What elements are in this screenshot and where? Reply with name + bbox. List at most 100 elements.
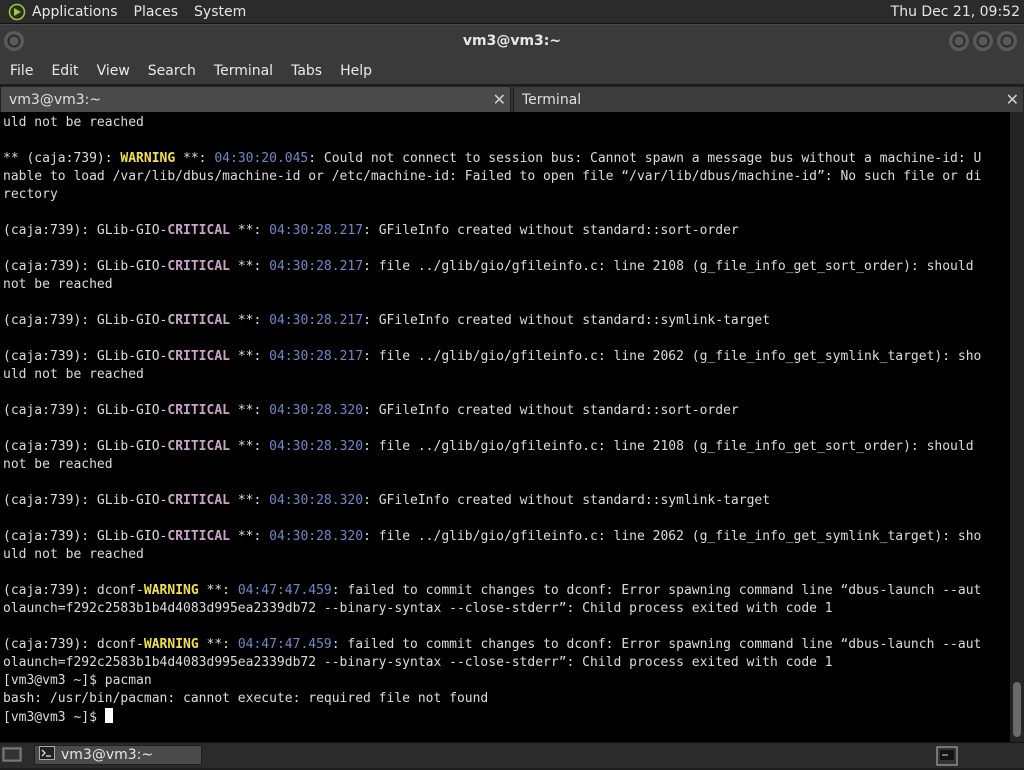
system-menu[interactable]: System [194, 4, 246, 20]
terminal-line: (caja:739): GLib-GIO-CRITICAL **: 04:30:… [3, 312, 1010, 330]
terminal-text: : file ../glib/gio/gfileinfo.c: line 206… [363, 349, 982, 364]
taskbar-item-label: vm3@vm3:~ [61, 747, 154, 763]
tab-close-icon[interactable]: ✕ [493, 90, 506, 109]
terminal-text: : file ../glib/gio/gfileinfo.c: line 210… [363, 259, 974, 274]
window-titlebar[interactable]: vm3@vm3:~ [0, 24, 1024, 57]
terminal-line: (caja:739): GLib-GIO-CRITICAL **: 04:30:… [3, 492, 1010, 510]
minimize-button[interactable] [949, 31, 969, 51]
tab-vm3[interactable]: vm3@vm3:~ ✕ [0, 86, 511, 112]
panel-menu: Applications Places System [32, 4, 246, 20]
tab-label: vm3@vm3:~ [9, 92, 102, 108]
terminal-text: not be reached [3, 277, 113, 292]
terminal-lines: uld not be reached ** (caja:739): WARNING… [0, 112, 1010, 726]
terminal-time-text: 04:30:28.217 [269, 349, 364, 364]
applications-menu[interactable]: Applications [32, 4, 118, 20]
terminal-text: uld not be reached [3, 115, 144, 130]
terminal-crit-text: CRITICAL [167, 403, 230, 418]
terminal-text: (caja:739): dconf- [3, 583, 144, 598]
menu-terminal[interactable]: Terminal [214, 63, 273, 79]
window-title: vm3@vm3:~ [462, 33, 562, 49]
terminal-line: uld not be reached [3, 366, 1010, 384]
terminal-line: (caja:739): GLib-GIO-CRITICAL **: 04:30:… [3, 222, 1010, 240]
menu-file[interactable]: File [10, 63, 33, 79]
terminal-text: : failed to commit changes to dconf: Err… [331, 583, 982, 598]
tab-bar: vm3@vm3:~ ✕ Terminal ✕ [0, 86, 1024, 112]
terminal-text: **: [175, 151, 215, 166]
terminal-crit-text: CRITICAL [167, 529, 230, 544]
terminal-time-text: 04:47:47.459 [237, 637, 332, 652]
menu-edit[interactable]: Edit [51, 63, 78, 79]
terminal-crit-text: CRITICAL [167, 439, 230, 454]
bottom-panel: vm3@vm3:~ [0, 742, 1024, 768]
terminal-line: olaunch=f292c2583b1b4d4083d995ea2339db72… [3, 600, 1010, 618]
close-window-button[interactable] [997, 31, 1017, 51]
terminal-text: (caja:739): GLib-GIO- [3, 313, 168, 328]
menubar: File Edit View Search Terminal Tabs Help [0, 57, 1024, 84]
menu-help[interactable]: Help [340, 63, 372, 79]
clock[interactable]: Thu Dec 21, 09:52 [891, 4, 1020, 20]
app-menu-icon[interactable] [8, 3, 26, 21]
terminal-text: : file ../glib/gio/gfileinfo.c: line 210… [363, 439, 974, 454]
top-panel: Applications Places System Thu Dec 21, 0… [0, 0, 1024, 24]
terminal-crit-text: CRITICAL [167, 259, 230, 274]
terminal-line: (caja:739): GLib-GIO-CRITICAL **: 04:30:… [3, 438, 1010, 456]
terminal-line: [vm3@vm3 ~]$ pacman [3, 672, 1010, 690]
terminal-output[interactable]: uld not be reached ** (caja:739): WARNING… [0, 112, 1010, 742]
terminal-line: (caja:739): GLib-GIO-CRITICAL **: 04:30:… [3, 528, 1010, 546]
terminal-line: [vm3@vm3 ~]$ [3, 708, 1010, 726]
menu-tabs[interactable]: Tabs [291, 63, 322, 79]
terminal-time-text: 04:30:28.320 [269, 403, 364, 418]
terminal-scrollbar[interactable] [1010, 112, 1024, 742]
terminal-line: (caja:739): GLib-GIO-CRITICAL **: 04:30:… [3, 348, 1010, 366]
terminal-text: : GFileInfo created without standard::so… [363, 403, 739, 418]
terminal-text: **: [230, 313, 270, 328]
terminal-text: : GFileInfo created without standard::sy… [363, 493, 771, 508]
terminal-line: rectory [3, 186, 1010, 204]
tab-terminal[interactable]: Terminal ✕ [513, 86, 1024, 112]
terminal-text: (caja:739): GLib-GIO- [3, 439, 168, 454]
terminal-line: olaunch=f292c2583b1b4d4083d995ea2339db72… [3, 654, 1010, 672]
taskbar-item-terminal[interactable]: vm3@vm3:~ [34, 745, 202, 765]
show-desktop-icon[interactable] [2, 746, 22, 764]
terminal-text: [vm3@vm3 ~]$ [3, 710, 105, 725]
terminal-text: (caja:739): GLib-GIO- [3, 223, 168, 238]
terminal-line: not be reached [3, 276, 1010, 294]
terminal-text: olaunch=f292c2583b1b4d4083d995ea2339db72… [3, 601, 833, 616]
scrollbar-thumb[interactable] [1013, 682, 1021, 737]
tray-terminal-icon[interactable] [936, 746, 958, 770]
terminal-text: **: [230, 439, 270, 454]
terminal-text: (caja:739): GLib-GIO- [3, 403, 168, 418]
menu-view[interactable]: View [97, 63, 130, 79]
terminal-text: : Could not connect to session bus: Cann… [308, 151, 982, 166]
terminal-time-text: 04:30:28.320 [269, 493, 364, 508]
terminal-line: (caja:739): dconf-WARNING **: 04:47:47.4… [3, 582, 1010, 600]
terminal-text: : GFileInfo created without standard::sy… [363, 313, 771, 328]
terminal-time-text: 04:30:28.217 [269, 259, 364, 274]
terminal-text: : failed to commit changes to dconf: Err… [331, 637, 982, 652]
terminal-text: (caja:739): GLib-GIO- [3, 259, 168, 274]
terminal-text: [vm3@vm3 ~]$ pacman [3, 673, 152, 688]
terminal-text: rectory [3, 187, 58, 202]
places-menu[interactable]: Places [134, 4, 179, 20]
menu-search[interactable]: Search [148, 63, 196, 79]
tab-close-icon[interactable]: ✕ [1006, 90, 1019, 109]
terminal-line: not be reached [3, 456, 1010, 474]
terminal-line: bash: /usr/bin/pacman: cannot execute: r… [3, 690, 1010, 708]
terminal-text: **: [230, 493, 270, 508]
terminal-icon [39, 746, 55, 764]
terminal-line: uld not be reached [3, 546, 1010, 564]
terminal-warn-text: WARNING [143, 637, 199, 652]
terminal-time-text: 04:30:28.320 [269, 529, 364, 544]
maximize-button[interactable] [973, 31, 993, 51]
terminal-warn-text: WARNING [143, 583, 199, 598]
terminal-line: (caja:739): GLib-GIO-CRITICAL **: 04:30:… [3, 258, 1010, 276]
